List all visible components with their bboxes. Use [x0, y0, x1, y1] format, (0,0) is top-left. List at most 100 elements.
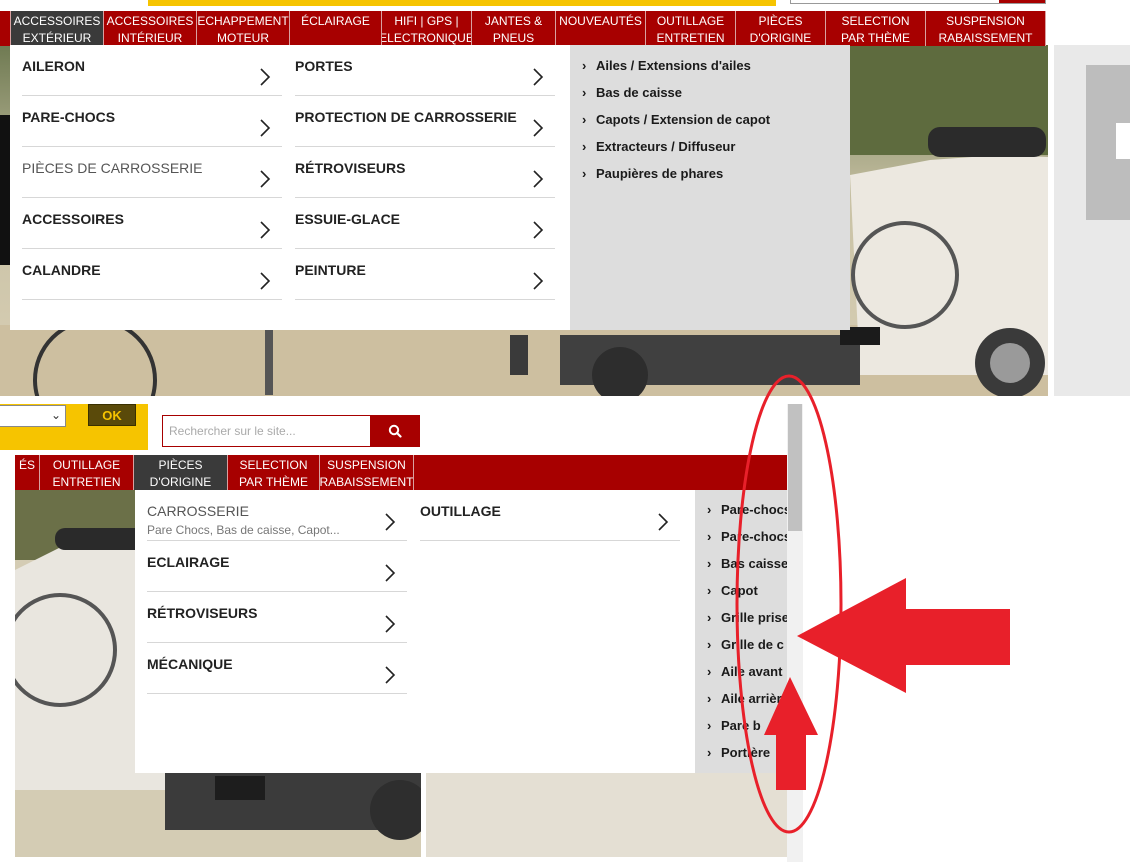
submenu-link[interactable]: › Aile avant	[707, 664, 782, 679]
chevron-right-icon	[531, 67, 545, 87]
menu-item-label: ESSUIE-GLACE	[295, 211, 401, 227]
submenu-link[interactable]: › Pare b	[707, 718, 761, 733]
menu-item-label: PIÈCES DE CARROSSERIE	[22, 160, 203, 176]
menu-item[interactable]: PORTES	[295, 45, 555, 96]
menu-item[interactable]: PEINTURE	[295, 249, 555, 300]
submenu-link-label: Ailes / Extensions d'ailes	[596, 58, 751, 73]
submenu-link-label: Aile arrière	[721, 691, 787, 706]
submenu-link[interactable]: › Ailes / Extensions d'ailes	[582, 58, 751, 73]
menu-item-label: ACCESSOIRES	[22, 211, 124, 227]
menu-item-label: RÉTROVISEURS	[147, 605, 258, 621]
menu-item[interactable]: OUTILLAGE	[420, 490, 680, 541]
nav-item-suspension[interactable]: SUSPENSION RABAISSEMENT	[926, 11, 1046, 46]
nav-label-line1: SELECTION	[239, 458, 308, 472]
nav-label-line1: HIFI | GPS |	[394, 14, 459, 28]
submenu-link-label: Pare-chocs	[721, 502, 787, 517]
nav-item-hifi-gps[interactable]: HIFI | GPS | ELECTRONIQUE	[382, 11, 472, 46]
caret-right-icon: ›	[582, 166, 587, 181]
submenu-link-label: Bas caisse	[721, 556, 787, 571]
search-input[interactable]	[162, 415, 372, 447]
menu-item-label: CARROSSERIE	[147, 503, 249, 519]
chevron-right-icon	[258, 118, 272, 138]
nav-label-line1: ECHAPPEMENT	[197, 14, 289, 28]
nav-item-jantes-pneus[interactable]: JANTES & PNEUS	[472, 11, 556, 46]
menu-item[interactable]: PROTECTION DE CARROSSERIE	[295, 96, 555, 147]
nav-item-outillage-entretien[interactable]: OUTILLAGE ENTRETIEN	[646, 11, 736, 46]
submenu-link[interactable]: › Extracteurs / Diffuseur	[582, 139, 735, 154]
submenu-link-label: Grille de c	[721, 637, 784, 652]
search-button[interactable]	[370, 415, 420, 447]
menu-item[interactable]: RÉTROVISEURS	[295, 147, 555, 198]
submenu-link[interactable]: › Grille de c	[707, 637, 784, 652]
menu-item[interactable]: CARROSSERIE Pare Chocs, Bas de caisse, Ca…	[147, 490, 407, 541]
menu-item[interactable]: MÉCANIQUE	[147, 643, 407, 694]
submenu-link-label: Pare b	[721, 718, 761, 733]
submenu-link[interactable]: › Portière	[707, 745, 770, 760]
select-dropdown[interactable]: ⌄	[0, 405, 66, 427]
submenu-link[interactable]: › Capot	[707, 583, 758, 598]
nav-item-outillage-entretien[interactable]: OUTILLAGE ENTRETIEN	[40, 455, 134, 490]
nav-item-pieces-origine[interactable]: PIÈCES D'ORIGINE	[134, 455, 228, 490]
nav-label-line1: ACCESSOIRES	[106, 14, 194, 28]
nav-item-nouveautes[interactable]: NOUVEAUTÉS	[556, 11, 646, 46]
submenu-link[interactable]: › Bas caisse	[707, 556, 787, 571]
menu-item[interactable]: PARE-CHOCS	[22, 96, 282, 147]
nav-label-line1: ÉS	[18, 458, 35, 472]
menu-item[interactable]: ECLAIRAGE	[147, 541, 407, 592]
caret-right-icon: ›	[707, 610, 712, 625]
submenu-link[interactable]: › Grille prise	[707, 610, 787, 625]
chevron-right-icon	[531, 118, 545, 138]
nav-item-selection-theme[interactable]: SELECTION PAR THÈME	[228, 455, 320, 490]
chevron-right-icon	[383, 563, 397, 583]
nav-label-line2: D'ORIGINE	[749, 31, 812, 45]
nav-item-edge[interactable]	[0, 11, 11, 46]
menu-item[interactable]: ESSUIE-GLACE	[295, 198, 555, 249]
submenu-link[interactable]: › Pare-chocs	[707, 502, 787, 517]
submenu-link[interactable]: › Bas de caisse	[582, 85, 682, 100]
nav-item-eclairage[interactable]: ÉCLAIRAGE	[290, 11, 382, 46]
menu-item[interactable]: RÉTROVISEURS	[147, 592, 407, 643]
nav-item-pieces-origine[interactable]: PIÈCES D'ORIGINE	[736, 11, 826, 46]
submenu-panel-top: › Ailes / Extensions d'ailes › Bas de caiss…	[570, 45, 850, 330]
submenu-link[interactable]: › Capots / Extension de capot	[582, 112, 770, 127]
menu-item[interactable]: AILERON	[22, 45, 282, 96]
hero-bottom-right-photo	[426, 770, 788, 857]
ok-button[interactable]: OK	[88, 404, 136, 426]
mega-menu-bottom: CARROSSERIE Pare Chocs, Bas de caisse, Ca…	[135, 490, 695, 773]
nav-label-line2: ENTRETIEN	[52, 475, 121, 489]
nav-label-line1: OUTILLAGE	[52, 458, 121, 472]
nav-label-line2: D'ORIGINE	[149, 475, 212, 489]
nav-label-line2: ENTRETIEN	[656, 31, 725, 45]
menu-item-label: RÉTROVISEURS	[295, 160, 406, 176]
submenu-link[interactable]: › Paupières de phares	[582, 166, 723, 181]
menu-item-label: PORTES	[295, 58, 353, 74]
chevron-right-icon	[383, 512, 397, 532]
menu-item[interactable]: PIÈCES DE CARROSSERIE	[22, 147, 282, 198]
submenu-link-label: Aile avant	[721, 664, 783, 679]
nav-item-edge[interactable]: ÉS	[15, 455, 40, 490]
menu-item-label: PROTECTION DE CARROSSERIE	[295, 109, 517, 125]
submenu-link-label: Extracteurs / Diffuseur	[596, 139, 736, 154]
caret-right-icon: ›	[582, 112, 587, 127]
submenu-link[interactable]: › Pare-chocs	[707, 529, 787, 544]
menu-item-label: OUTILLAGE	[420, 503, 501, 519]
caret-right-icon: ›	[582, 58, 587, 73]
submenu-link-label: Portière	[721, 745, 771, 760]
menu-item-subtitle: Pare Chocs, Bas de caisse, Capot...	[147, 523, 340, 537]
chevron-right-icon	[531, 169, 545, 189]
nav-item-echappement-moteur[interactable]: ECHAPPEMENT MOTEUR	[197, 11, 290, 46]
submenu-link[interactable]: › Aile arrière	[707, 691, 787, 706]
chevron-right-icon	[383, 665, 397, 685]
nav-item-suspension[interactable]: SUSPENSION RABAISSEMENT	[320, 455, 414, 490]
nav-item-accessoires-interieur[interactable]: ACCESSOIRES INTÉRIEUR	[104, 11, 197, 46]
menu-item[interactable]: CALANDRE	[22, 249, 282, 300]
nav-label-line2: INTÉRIEUR	[117, 31, 183, 45]
page-scrollbar[interactable]	[787, 404, 803, 862]
nav-label-line1: PIÈCES	[758, 14, 803, 28]
nav-item-selection-theme[interactable]: SELECTION PAR THÈME	[826, 11, 926, 46]
nav-item-accessoires-exterieur[interactable]: ACCESSOIRES EXTÉRIEUR	[11, 11, 104, 46]
main-nav-bottom: ÉS OUTILLAGE ENTRETIEN PIÈCES D'ORIGINE SELEC…	[15, 455, 787, 490]
scrollbar-thumb[interactable]	[788, 404, 802, 531]
menu-item[interactable]: ACCESSOIRES	[22, 198, 282, 249]
caret-right-icon: ›	[707, 637, 712, 652]
